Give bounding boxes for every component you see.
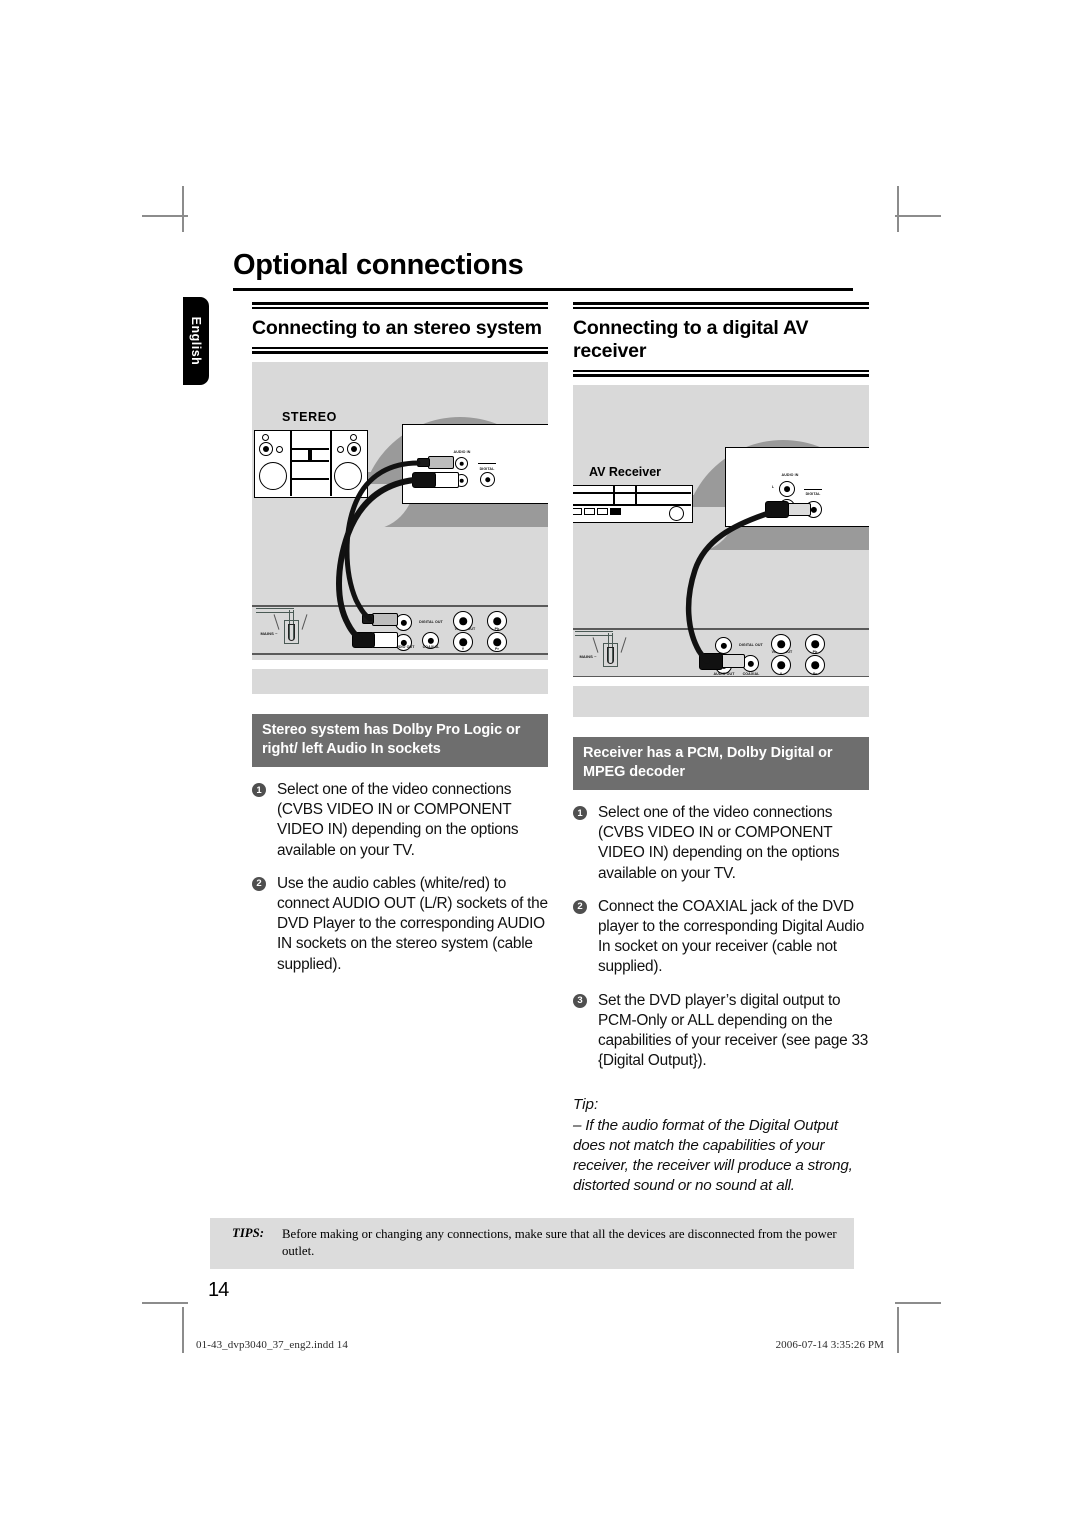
crop-mark-bottom-right-h xyxy=(895,1302,941,1304)
tip-label: Tip: xyxy=(573,1096,599,1114)
page-title: Optional connections xyxy=(233,249,524,281)
step-text: Select one of the video connections (CVB… xyxy=(277,781,519,859)
language-tab-english: English xyxy=(183,297,209,385)
section-av-receiver: Connecting to a digital AV receiver AV R… xyxy=(573,302,869,1196)
tip-block: Tip: – If the audio format of the Digita… xyxy=(573,1095,869,1196)
step-text: Set the DVD player’s digital output to P… xyxy=(598,991,869,1070)
step-text: Connect the COAXIAL jack of the DVD play… xyxy=(598,897,865,976)
step-item: 2 Connect the COAXIAL jack of the DVD pl… xyxy=(573,897,869,978)
cable-paths-stereo xyxy=(336,460,421,642)
crop-mark-top-right-h xyxy=(895,215,941,217)
crop-mark-bottom-left-v xyxy=(182,1307,184,1353)
title-underline-rule xyxy=(233,288,853,291)
section-stereo: Connecting to an stereo system STEREO AU… xyxy=(252,302,548,988)
section-rule-bottom xyxy=(573,370,869,379)
step-item: 1 Select one of the video connections (C… xyxy=(252,780,548,861)
crop-mark-top-right-v xyxy=(897,186,899,232)
cable-paths-av xyxy=(685,510,772,664)
step-number: 1 xyxy=(573,806,587,820)
tips-text: Before making or changing any connection… xyxy=(282,1227,837,1258)
section-heading-av-receiver: Connecting to a digital AV receiver xyxy=(573,317,809,362)
step-item: 2 Use the audio cables (white/red) to co… xyxy=(252,874,548,975)
imposition-timestamp: 2006-07-14 3:35:26 PM xyxy=(775,1339,884,1351)
step-number: 3 xyxy=(573,993,587,1008)
step-number: 2 xyxy=(573,899,587,914)
crop-mark-bottom-right-v xyxy=(897,1307,899,1353)
diagram-av-receiver-connection: AV Receiver AUDIO IN L R DIGITAL xyxy=(573,385,869,717)
language-tab-label: English xyxy=(189,316,203,366)
caption-bar-av-receiver: Receiver has a PCM, Dolby Digital or MPE… xyxy=(573,737,869,790)
section-rule-bottom xyxy=(252,347,548,356)
diagram-stereo-connection: STEREO AUDIO IN DIGITAL MAINS ~ AUDIO OU… xyxy=(252,362,548,694)
section-rule-top xyxy=(573,302,869,311)
step-item: 1 Select one of the video connections (C… xyxy=(573,803,869,884)
step-text: Select one of the video connections (CVB… xyxy=(598,804,840,882)
section-heading-stereo: Connecting to an stereo system xyxy=(252,317,542,339)
step-number: 1 xyxy=(252,783,266,797)
page-number: 14 xyxy=(208,1279,229,1301)
crop-mark-top-left-v xyxy=(182,186,184,232)
steps-stereo: 1 Select one of the video connections (C… xyxy=(252,780,548,975)
section-rule-top xyxy=(252,302,548,311)
step-number: 2 xyxy=(252,876,266,891)
imposition-filename: 01-43_dvp3040_37_eng2.indd 14 xyxy=(196,1339,349,1351)
step-text: Use the audio cables (white/red) to conn… xyxy=(277,874,548,973)
tips-footer-box: TIPS: Before making or changing any conn… xyxy=(210,1218,854,1269)
tips-label: TIPS: xyxy=(232,1226,264,1240)
tip-text: – If the audio format of the Digital Out… xyxy=(573,1116,853,1195)
steps-av-receiver: 1 Select one of the video connections (C… xyxy=(573,803,869,1071)
crop-mark-bottom-left-h xyxy=(142,1302,188,1304)
step-item: 3 Set the DVD player’s digital output to… xyxy=(573,991,869,1072)
caption-bar-stereo: Stereo system has Dolby Pro Logic or rig… xyxy=(252,714,548,767)
